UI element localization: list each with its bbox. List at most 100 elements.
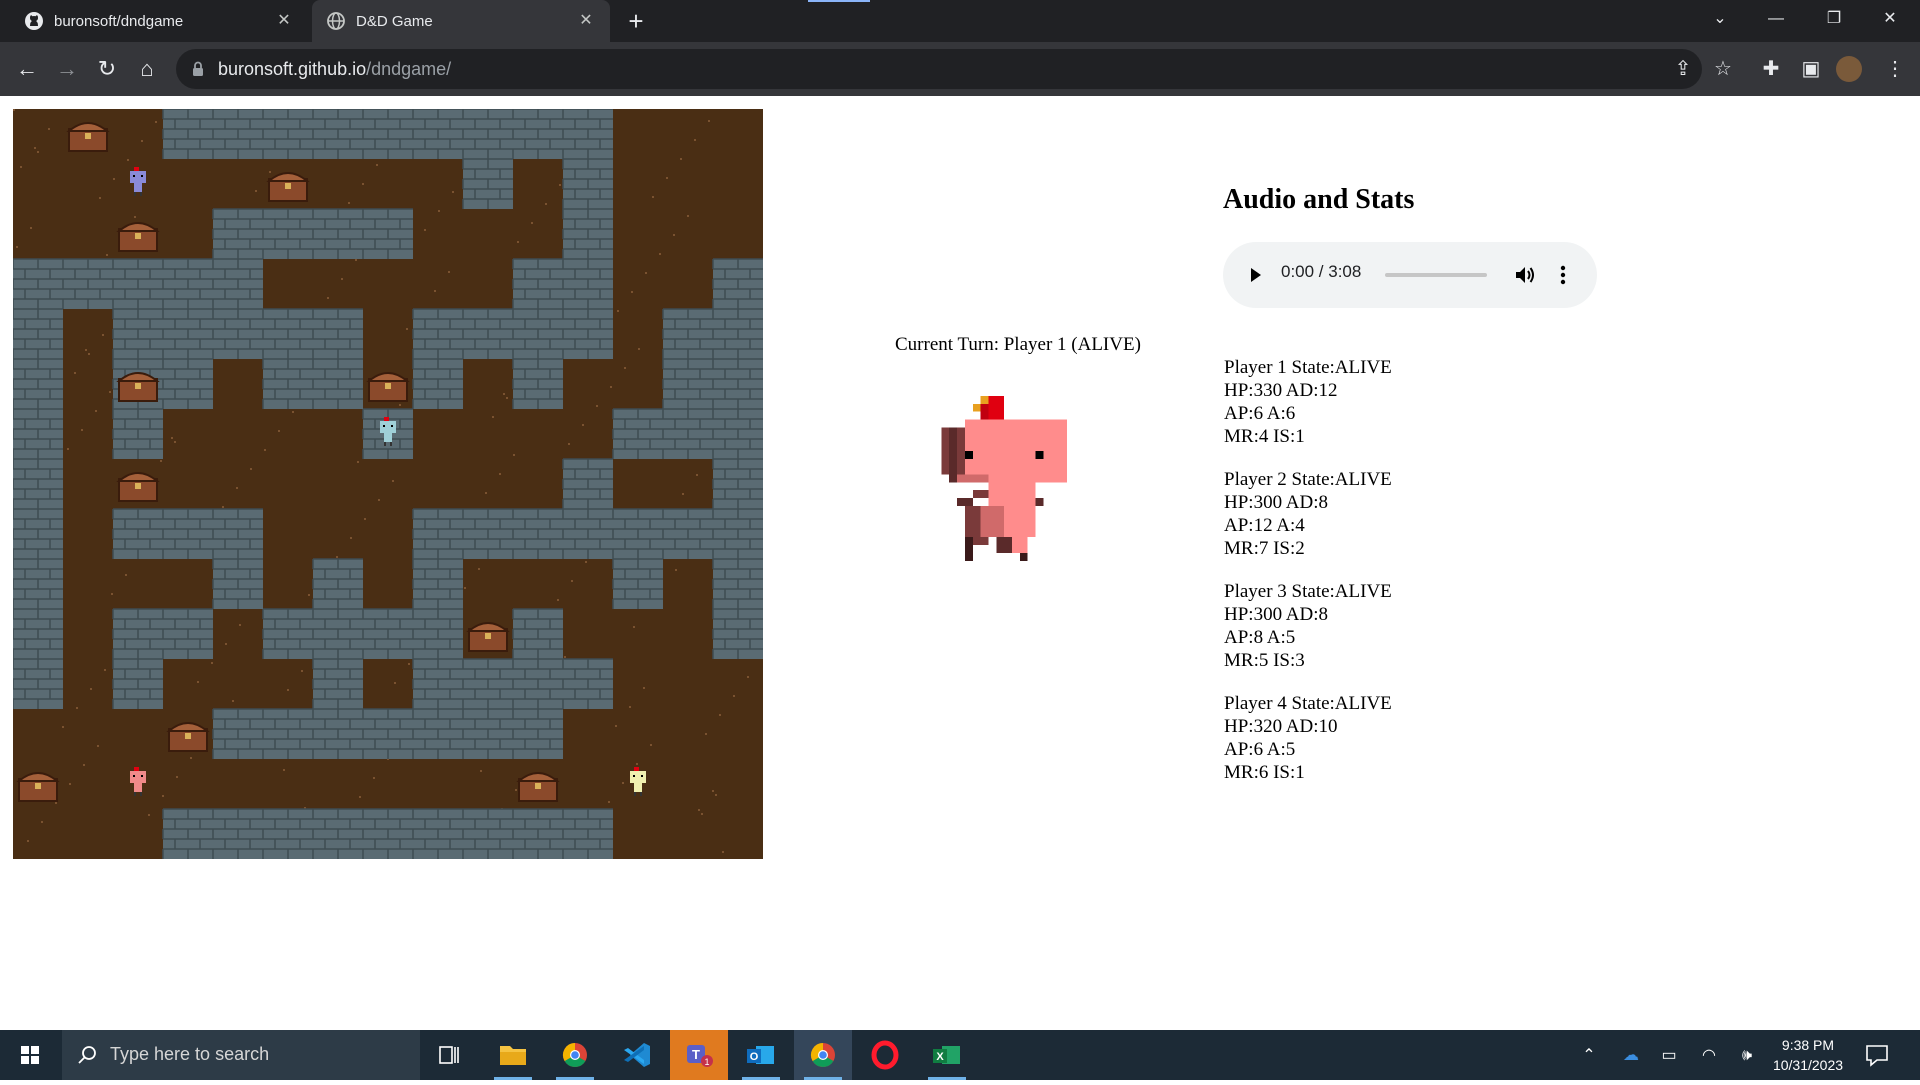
lock-icon[interactable]	[188, 59, 208, 79]
stone-wall-tile	[262, 109, 313, 159]
reload-icon[interactable]: ↻	[92, 54, 122, 84]
stone-wall-tile	[612, 408, 663, 459]
file-explorer-icon[interactable]	[484, 1030, 542, 1080]
svg-text:O: O	[750, 1051, 759, 1063]
chrome-icon[interactable]	[546, 1030, 604, 1080]
svg-text:T: T	[692, 1047, 700, 1062]
side-panel-icon[interactable]: ▣	[1796, 54, 1826, 84]
stone-wall-tile	[662, 408, 713, 459]
chevron-up-icon[interactable]: ⌃	[1578, 1045, 1600, 1067]
stone-wall-tile	[512, 109, 563, 159]
extensions-icon[interactable]: ✚	[1756, 54, 1786, 84]
stone-wall-tile	[13, 658, 63, 709]
player-ap-a: AP:6 A:5	[1224, 739, 1296, 760]
treasure-chest	[116, 472, 160, 502]
stone-wall-tile	[162, 608, 213, 659]
chrome-icon[interactable]	[794, 1030, 852, 1080]
stone-wall-tile	[412, 308, 463, 359]
onedrive-icon[interactable]: ☁	[1620, 1045, 1642, 1067]
stone-wall-tile	[462, 708, 513, 759]
menu-kebab-icon[interactable]: ⋮	[1880, 54, 1910, 84]
teams-icon[interactable]: T1	[670, 1030, 728, 1080]
stone-wall-tile	[262, 708, 313, 759]
forward-icon[interactable]: →	[52, 54, 82, 84]
share-icon[interactable]: ⇪	[1668, 54, 1698, 84]
player-ap-a: AP:12 A:4	[1224, 515, 1305, 536]
player-state: Player 2 State:ALIVE	[1224, 469, 1392, 490]
player-stats-3: Player 3 State:ALIVE HP:300 AD:8 AP:8 A:…	[1224, 580, 1392, 672]
audio-progress-bar[interactable]	[1385, 273, 1487, 277]
stone-wall-tile	[712, 408, 763, 459]
stone-wall-tile	[362, 208, 413, 259]
stone-wall-tile	[512, 608, 563, 659]
stone-wall-tile	[262, 608, 313, 659]
tab-github[interactable]: buronsoft/dndgame ✕	[10, 0, 308, 42]
player-state: Player 3 State:ALIVE	[1224, 581, 1392, 602]
stone-wall-tile	[512, 708, 563, 759]
stone-wall-tile	[362, 608, 413, 659]
close-window-button[interactable]: ✕	[1862, 0, 1918, 38]
browser-toolbar: ← → ↻ ⌂ buronsoft.github.io/dndgame/ ⇪ ☆…	[0, 42, 1920, 96]
taskbar-search[interactable]: Type here to search	[62, 1030, 420, 1080]
stone-wall-tile	[712, 508, 763, 559]
audio-more-icon[interactable]	[1559, 264, 1567, 286]
avatar[interactable]	[1836, 56, 1862, 82]
stone-wall-tile	[262, 358, 313, 409]
stone-wall-tile	[212, 208, 263, 259]
current-player-portrait	[941, 396, 1067, 561]
stone-wall-tile	[662, 308, 713, 359]
stone-wall-tile	[212, 308, 263, 359]
battery-icon[interactable]: ▭	[1658, 1045, 1680, 1067]
stone-wall-tile	[412, 358, 463, 409]
tab-dnd-game[interactable]: D&D Game ✕	[312, 0, 610, 42]
treasure-chest	[116, 372, 160, 402]
stone-wall-tile	[212, 808, 263, 859]
volume-icon[interactable]	[1513, 263, 1537, 287]
home-icon[interactable]: ⌂	[132, 54, 162, 84]
clock-date: 10/31/2023	[1772, 1057, 1844, 1073]
windows-start-icon[interactable]	[0, 1030, 60, 1080]
stone-wall-tile	[262, 808, 313, 859]
stone-wall-tile	[562, 508, 613, 559]
stone-wall-tile	[162, 308, 213, 359]
restore-button[interactable]: ❐	[1806, 0, 1862, 38]
tab-search-icon[interactable]: ⌄	[1692, 0, 1748, 38]
task-view-icon[interactable]	[420, 1030, 478, 1080]
close-icon[interactable]: ✕	[576, 11, 596, 31]
vscode-icon[interactable]	[608, 1030, 666, 1080]
minimize-button[interactable]: —	[1748, 0, 1804, 38]
stone-wall-tile	[562, 109, 613, 159]
close-icon[interactable]: ✕	[274, 11, 294, 31]
treasure-chest	[466, 622, 510, 652]
opera-icon[interactable]	[856, 1030, 914, 1080]
stone-wall-tile	[562, 808, 613, 859]
audio-player[interactable]: 0:00 / 3:08	[1223, 242, 1597, 308]
address-bar[interactable]: buronsoft.github.io/dndgame/	[176, 49, 1702, 89]
player-ap-a: AP:6 A:6	[1224, 403, 1296, 424]
excel-icon[interactable]: X	[918, 1030, 976, 1080]
stone-wall-tile	[562, 208, 613, 259]
wifi-icon[interactable]: ◠	[1698, 1045, 1720, 1067]
player-mr-is: MR:7 IS:2	[1224, 538, 1305, 559]
stats-heading: Audio and Stats	[1223, 184, 1415, 215]
stone-wall-tile	[212, 258, 263, 309]
audio-time: 0:00 / 3:08	[1281, 262, 1362, 281]
game-map[interactable]	[13, 109, 763, 859]
url-host: buronsoft.github.io	[218, 59, 367, 79]
player-mr-is: MR:4 IS:1	[1224, 426, 1305, 447]
stone-wall-tile	[312, 308, 363, 359]
stone-wall-tile	[13, 608, 63, 659]
bookmark-star-icon[interactable]: ☆	[1708, 54, 1738, 84]
taskbar-clock[interactable]: 9:38 PM 10/31/2023	[1756, 1035, 1860, 1075]
stone-wall-tile	[412, 109, 463, 159]
stone-wall-tile	[562, 308, 613, 359]
new-tab-button[interactable]: +	[622, 8, 650, 36]
play-icon[interactable]	[1245, 265, 1265, 285]
stone-wall-tile	[412, 808, 463, 859]
back-icon[interactable]: ←	[12, 54, 42, 84]
stone-wall-tile	[212, 508, 263, 559]
stone-wall-tile	[512, 658, 563, 709]
speaker-icon[interactable]: 🕪	[1736, 1045, 1758, 1067]
outlook-icon[interactable]: O	[732, 1030, 790, 1080]
notification-icon[interactable]	[1864, 1043, 1890, 1067]
